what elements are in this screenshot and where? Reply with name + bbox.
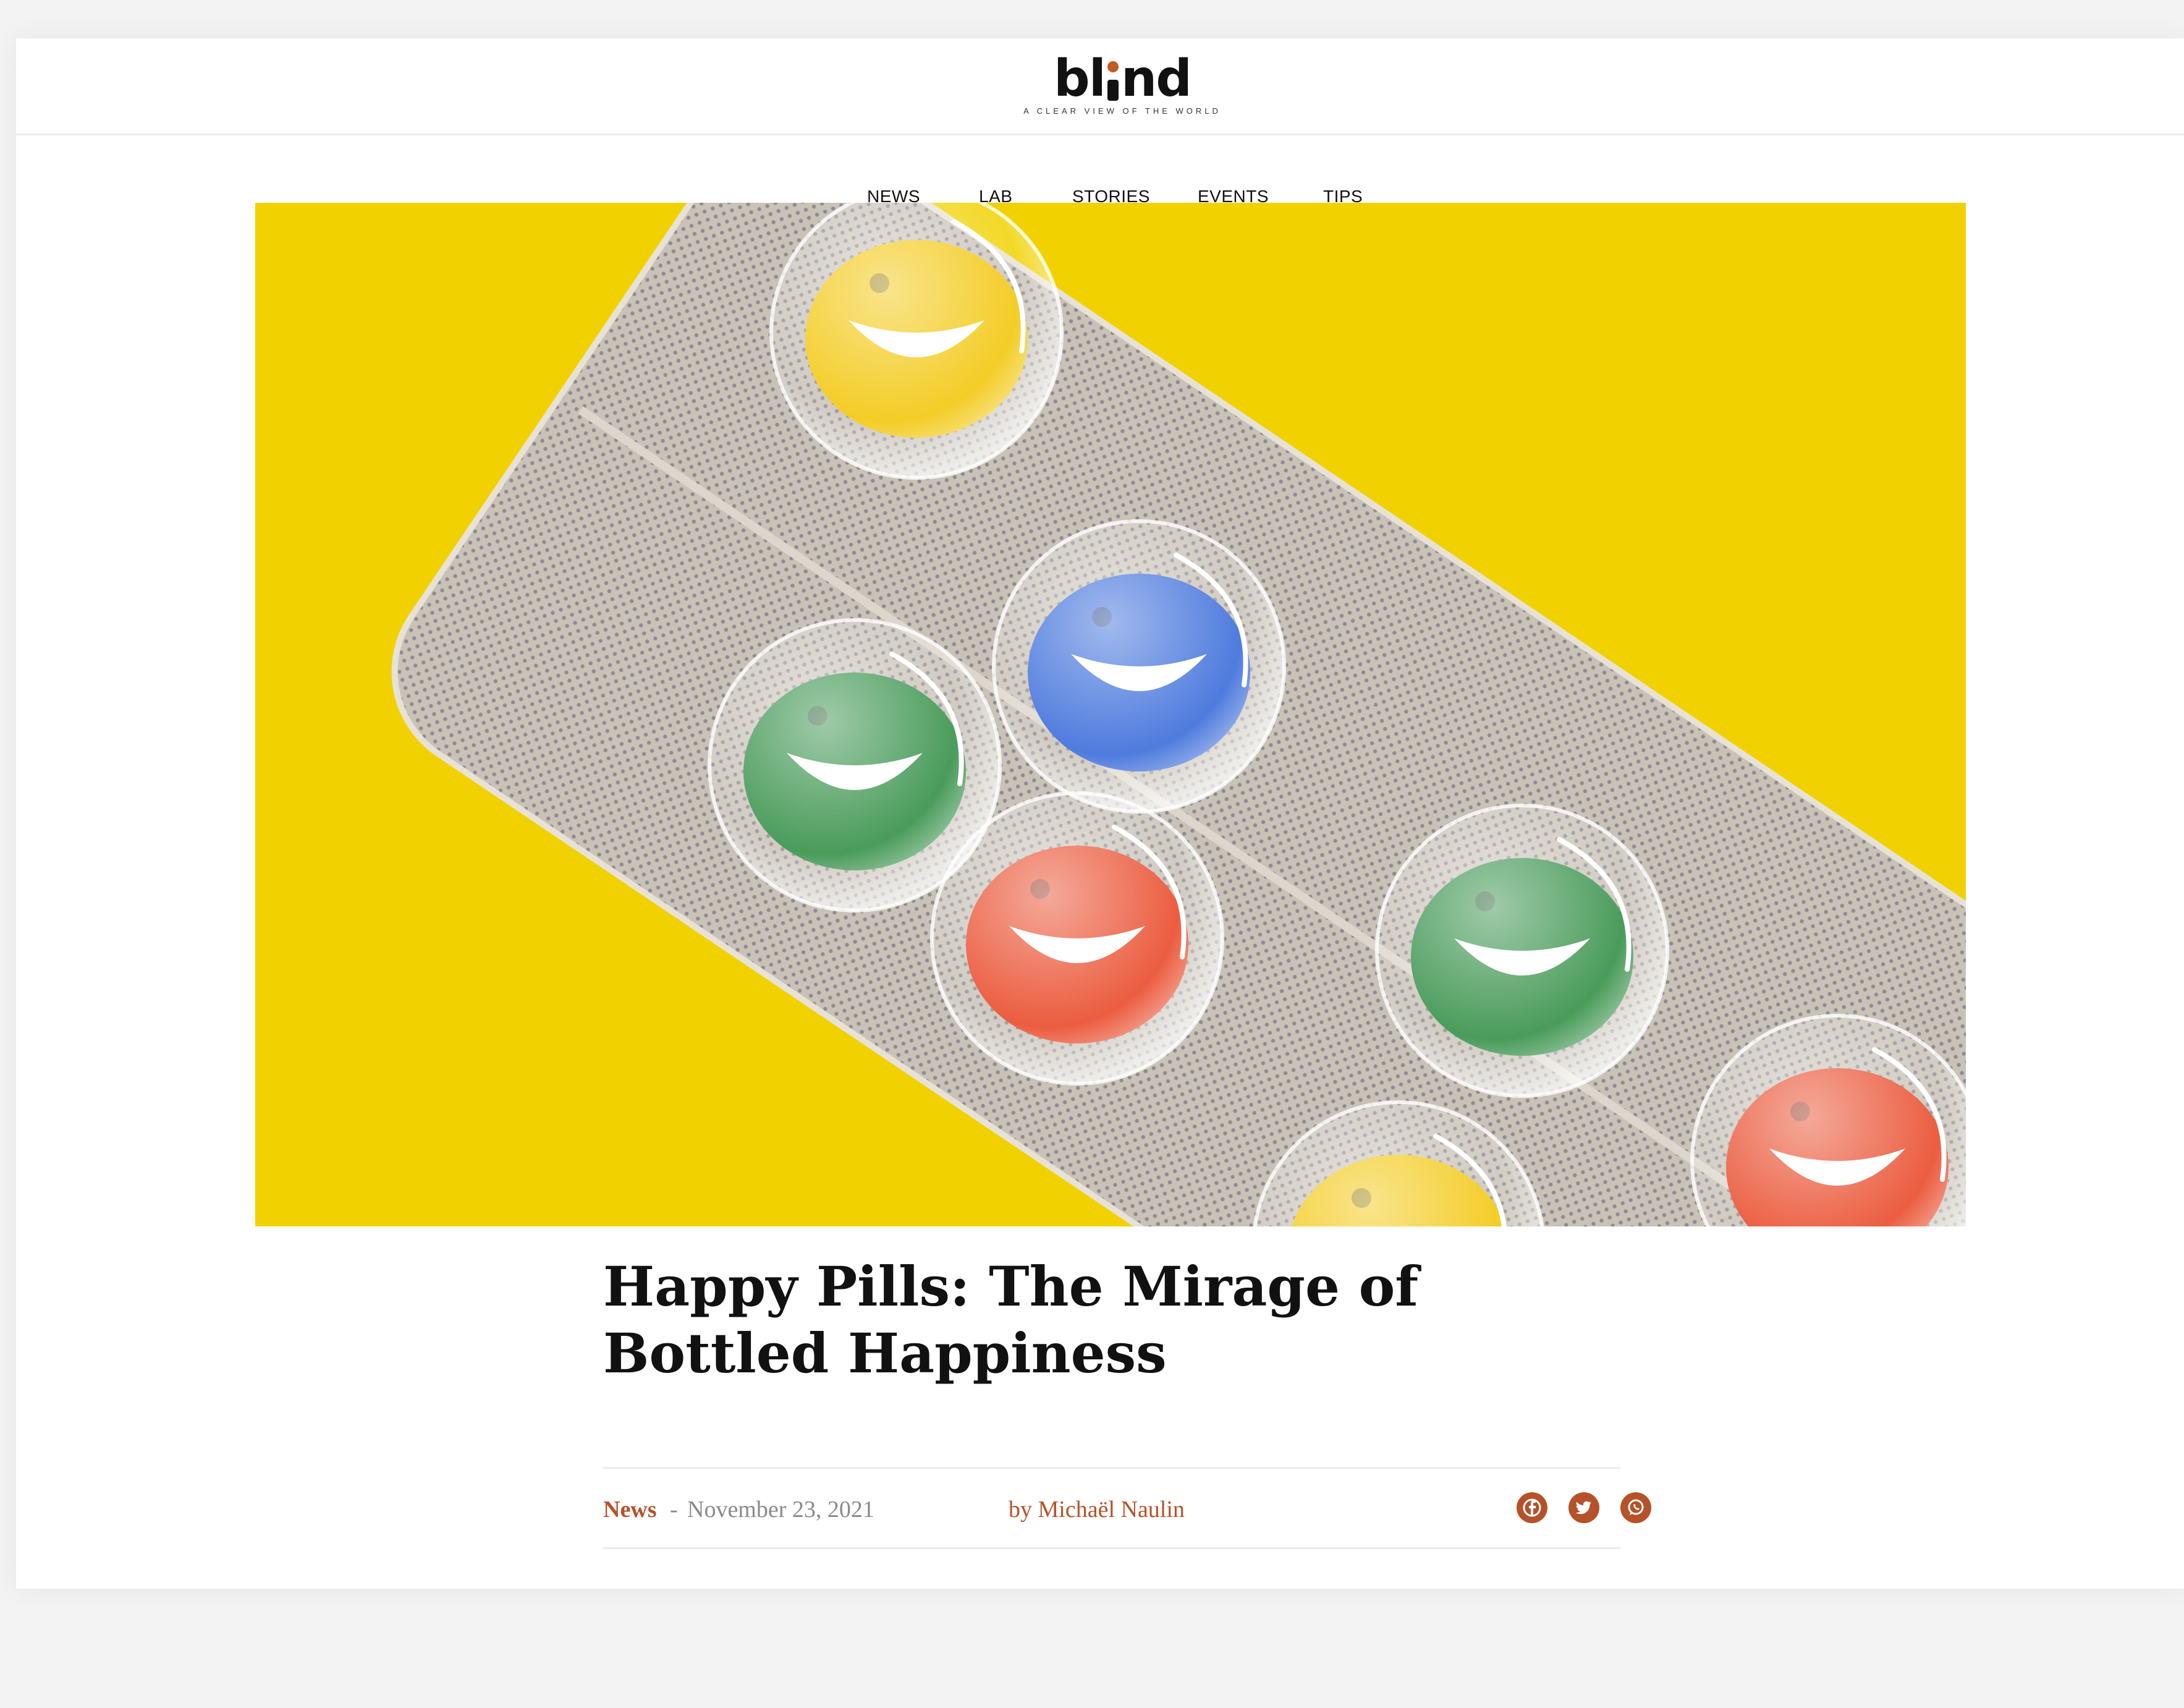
pill-3 <box>992 519 1286 814</box>
site-header: bl nd A CLEAR VIEW OF THE WORLD <box>16 38 2184 135</box>
site-logo[interactable]: bl nd A CLEAR VIEW OF THE WORLD <box>1011 51 1234 125</box>
page: bl nd A CLEAR VIEW OF THE WORLD NEWS LAB … <box>16 38 2184 1589</box>
share-twitter-button[interactable] <box>1568 1492 1599 1523</box>
facebook-icon <box>1523 1498 1541 1517</box>
meta-separator: - <box>670 1497 678 1523</box>
article-meta: News - November 23, 2021 by Michaël Naul… <box>603 1492 1651 1529</box>
meta-divider-top <box>603 1467 1620 1469</box>
pill-4 <box>930 791 1224 1086</box>
article-date: November 23, 2021 <box>687 1497 874 1523</box>
share-facebook-button[interactable] <box>1517 1492 1547 1523</box>
whatsapp-icon <box>1628 1499 1644 1515</box>
pill-5 <box>1375 804 1669 1098</box>
article-title: Happy Pills: The Mirage of Bottled Happi… <box>603 1254 1419 1385</box>
article-author-link[interactable]: by Michaël Naulin <box>1009 1496 1185 1523</box>
hero-image <box>255 203 1966 1226</box>
meta-divider-bottom <box>603 1547 1620 1549</box>
article-category-link[interactable]: News <box>603 1496 657 1523</box>
logo-dot-mark <box>1105 61 1121 101</box>
share-whatsapp-button[interactable] <box>1620 1492 1651 1523</box>
logo-tagline: A CLEAR VIEW OF THE WORLD <box>1023 106 1221 116</box>
pill-1 <box>769 203 1064 480</box>
twitter-icon <box>1575 1501 1591 1515</box>
hero-illustration <box>391 203 1966 1226</box>
logo-wordmark: bl nd <box>1054 49 1192 108</box>
